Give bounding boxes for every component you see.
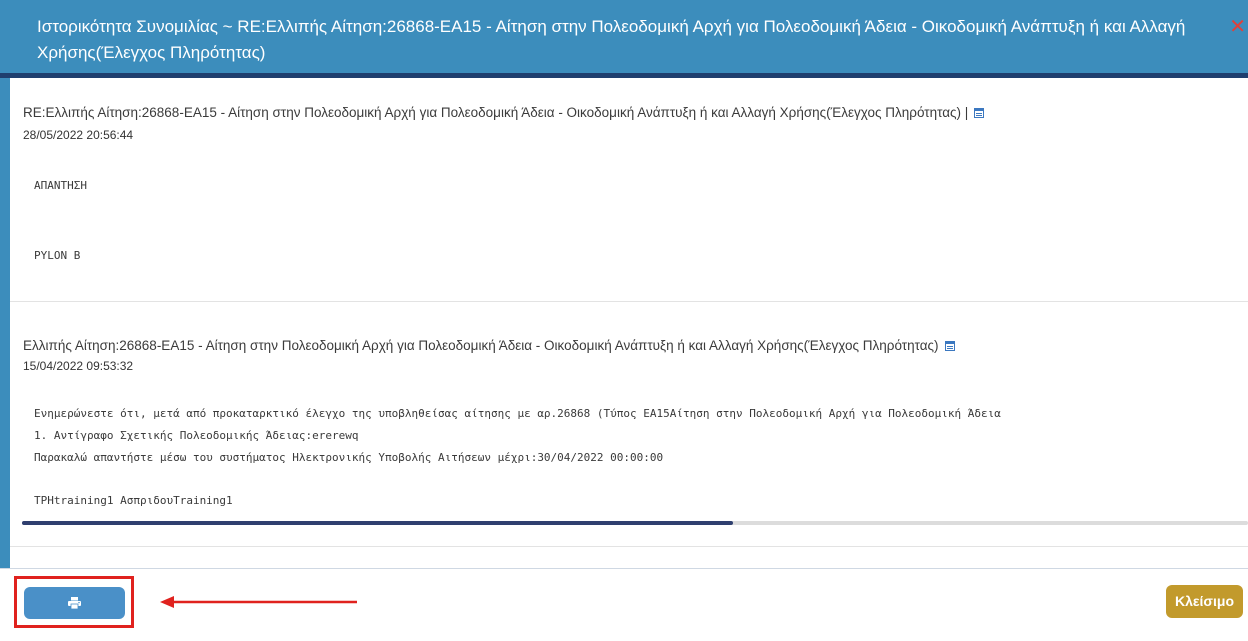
message-body-line: Ενημερώνεστε ότι, μετά από προκαταρκτικό… — [34, 407, 1001, 420]
conversation-history-dialog: Ιστορικότητα Συνομιλίας ~ RE:Ελλιπής Αίτ… — [0, 0, 1248, 641]
calendar-icon — [944, 341, 955, 351]
annotation-arrow-icon — [160, 596, 357, 608]
message-body-line: ΑΠΑΝΤΗΣΗ — [34, 179, 87, 192]
message-body-line: PYLON B — [34, 249, 81, 262]
calendar-icon — [974, 108, 985, 118]
close-icon[interactable]: ✕ — [1229, 14, 1246, 40]
close-button[interactable]: Κλείσιμο — [1165, 585, 1243, 618]
message-body-line: TPHtraining1 ΑσπριδουTraining1 — [34, 494, 233, 507]
dialog-left-border — [0, 78, 10, 568]
message-body-line: 1. Αντίγραφο Σχετικής Πολεοδομικής Άδεια… — [34, 429, 359, 442]
dialog-title: Ιστορικότητα Συνομιλίας ~ RE:Ελλιπής Αίτ… — [37, 17, 1186, 62]
message-body-line: Παρακαλώ απαντήστε μέσω του συστήματος Η… — [34, 451, 664, 464]
message-divider — [10, 546, 1248, 547]
dialog-footer: Κλείσιμο — [0, 568, 1248, 641]
message-divider — [10, 301, 1248, 302]
horizontal-scrollbar[interactable] — [22, 521, 1248, 525]
message-subject: RE:Ελλιπής Αίτηση:26868-ΕΑ15 - Αίτηση στ… — [23, 105, 985, 120]
message-subject: Ελλιπής Αίτηση:26868-ΕΑ15 - Αίτηση στην … — [23, 338, 955, 353]
message-date: 28/05/2022 20:56:44 — [23, 128, 134, 142]
dialog-titlebar: Ιστορικότητα Συνομιλίας ~ RE:Ελλιπής Αίτ… — [0, 0, 1248, 78]
messages-panel[interactable]: RE:Ελλιπής Αίτηση:26868-ΕΑ15 - Αίτηση στ… — [10, 83, 1248, 568]
message-subject-text: Ελλιπής Αίτηση:26868-ΕΑ15 - Αίτηση στην … — [23, 338, 939, 353]
annotation-highlight-box — [14, 576, 134, 628]
message-date: 15/04/2022 09:53:32 — [23, 359, 134, 373]
message-subject-text: RE:Ελλιπής Αίτηση:26868-ΕΑ15 - Αίτηση στ… — [23, 105, 969, 120]
scrollbar-thumb[interactable] — [22, 521, 734, 525]
